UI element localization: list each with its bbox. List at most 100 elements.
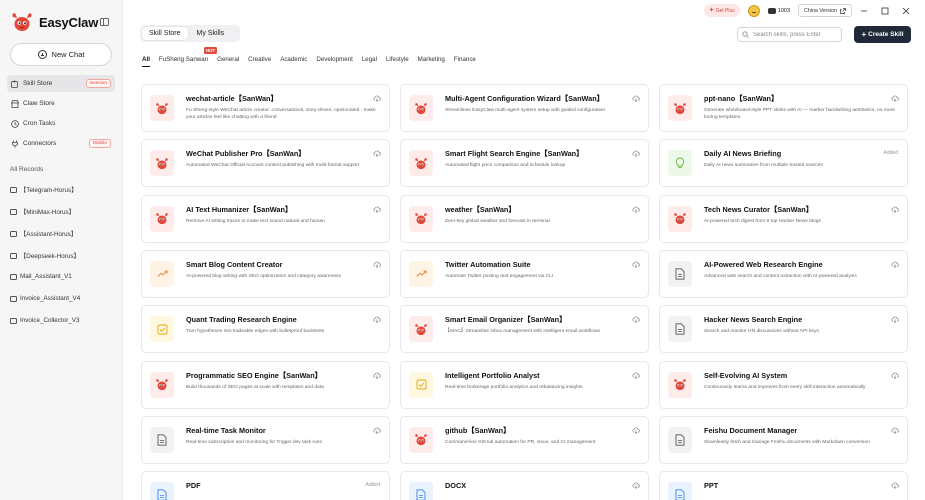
cloud-download-icon[interactable] <box>632 261 640 268</box>
create-skill-button[interactable]: + Create Skill <box>854 26 911 43</box>
skill-card[interactable]: Real-time Task Monitor Real-time subscrip… <box>141 415 390 464</box>
cloud-download-icon[interactable] <box>632 206 640 213</box>
brand[interactable]: EasyClaw <box>10 11 98 33</box>
skill-card[interactable]: Twitter Automation Suite Automate Twitter… <box>400 249 649 298</box>
skill-card[interactable]: AI-Powered Web Research Engine Advanced w… <box>659 249 908 298</box>
cloud-download-icon[interactable] <box>632 150 640 158</box>
skill-card[interactable]: ppt-nano【SanWan】 Generate whiteboard-styl… <box>659 84 908 132</box>
record-item[interactable]: Invoice_Collector_V3 <box>10 317 80 324</box>
skill-card[interactable]: PPT <box>659 471 908 500</box>
skill-card[interactable]: Daily AI News Briefing Daily AI news summ… <box>659 139 908 188</box>
category-tab[interactable]: Finance <box>454 56 476 67</box>
crawfish-icon <box>409 95 433 121</box>
record-item[interactable]: 【Assistant-Horus】 <box>10 229 77 238</box>
skill-title: AI Text Humanizer【SanWan】 <box>186 204 293 214</box>
category-tab[interactable]: Legal <box>362 56 377 67</box>
skill-card[interactable]: Multi-Agent Configuration Wizard【SanWan】… <box>400 84 649 132</box>
sidebar-item-label: Connectors <box>23 140 57 147</box>
cloud-download-icon[interactable] <box>891 372 899 379</box>
category-tab[interactable]: All <box>142 56 150 67</box>
minimize-icon[interactable] <box>860 7 868 15</box>
sidebar-item-skill-store[interactable]: Skill Store Session <box>7 75 115 92</box>
crawfish-icon <box>668 205 692 232</box>
category-tab[interactable]: Development <box>316 56 352 67</box>
skill-card[interactable]: github【SanWan】 Command-line GitHub automa… <box>400 415 649 464</box>
category-tab[interactable]: Lifestyle <box>386 56 409 67</box>
skill-card[interactable]: WeChat Publisher Pro【SanWan】 Automated We… <box>141 139 390 188</box>
new-chat-button[interactable]: New Chat <box>10 43 112 66</box>
document-icon <box>668 316 692 343</box>
cloud-download-icon[interactable] <box>891 316 899 324</box>
skill-card[interactable]: PDF Added <box>141 471 390 500</box>
cloud-download-icon[interactable] <box>632 372 640 379</box>
skill-card[interactable]: Intelligent Portfolio Analyst Real-time b… <box>400 360 649 409</box>
skill-description: Zero-key global weather and forecast in … <box>445 218 550 224</box>
skill-card[interactable]: Smart Flight Search Engine【SanWan】 Automa… <box>400 139 649 188</box>
tab-my-skills[interactable]: My Skills <box>190 27 232 40</box>
skill-card[interactable]: weather【SanWan】 Zero-key global weather a… <box>400 194 649 243</box>
sidebar-toggle-icon[interactable] <box>100 18 109 26</box>
record-item[interactable]: Invoice_Assistant_V4 <box>10 295 80 302</box>
skill-card[interactable]: AI Text Humanizer【SanWan】 Remove AI writi… <box>141 194 390 243</box>
category-tab[interactable]: Academic <box>280 56 307 67</box>
skill-card[interactable]: Smart Email Organizer【SanWan】 【MAC】Stream… <box>400 305 649 354</box>
get-plus-button[interactable]: + Get Plus <box>704 4 740 17</box>
cloud-download-icon[interactable] <box>373 150 381 158</box>
sidebar-item-connectors[interactable]: Connectors Mobile <box>7 135 115 152</box>
cloud-download-icon[interactable] <box>891 482 899 489</box>
cloud-download-icon[interactable] <box>632 95 640 102</box>
cloud-download-icon[interactable] <box>373 261 381 268</box>
record-item[interactable]: 【MiniMax-Horus】 <box>10 207 75 216</box>
cloud-download-icon[interactable] <box>891 95 899 102</box>
skill-title: Self-Evolving AI System <box>704 370 788 380</box>
skill-title: Smart Blog Content Creator <box>186 259 283 269</box>
cloud-download-icon[interactable] <box>373 427 381 434</box>
search-box[interactable] <box>737 27 842 42</box>
skill-description: Build thousands of SEO pages at scale wi… <box>186 384 324 390</box>
skill-card[interactable]: DOCX <box>400 471 649 500</box>
close-icon[interactable] <box>902 7 910 15</box>
skill-card[interactable]: wechat-article【SanWan】 Fu Sheng-style WeC… <box>141 84 390 132</box>
skill-card[interactable]: Feishu Document Manager Seamlessly fetch … <box>659 415 908 464</box>
lightbulb-icon <box>668 150 692 177</box>
cloud-download-icon[interactable] <box>632 427 640 434</box>
cloud-download-icon[interactable] <box>373 372 381 379</box>
search-input[interactable] <box>753 31 841 38</box>
sidebar-item-cron-tasks[interactable]: Cron Tasks <box>7 115 115 132</box>
tab-skill-store[interactable]: Skill Store <box>142 27 188 40</box>
cloud-download-icon[interactable] <box>891 206 899 213</box>
avatar[interactable] <box>747 4 760 17</box>
cloud-download-icon[interactable] <box>632 482 640 489</box>
region-button[interactable]: China Version <box>798 4 852 17</box>
cloud-download-icon[interactable] <box>632 316 640 324</box>
trend-icon <box>150 260 174 287</box>
crawfish-icon <box>409 205 433 232</box>
skill-card[interactable]: Smart Blog Content Creator AI-powered blo… <box>141 249 390 298</box>
skill-card[interactable]: Self-Evolving AI System Continuously lear… <box>659 360 908 409</box>
category-tab[interactable]: Creative <box>248 56 271 67</box>
skill-card[interactable]: Hacker News Search Engine Search and moni… <box>659 305 908 354</box>
skill-title: Smart Flight Search Engine【SanWan】 <box>445 149 584 159</box>
record-item[interactable]: 【Telegram-Horus】 <box>10 185 77 194</box>
cloud-download-icon[interactable] <box>891 427 899 434</box>
maximize-icon[interactable] <box>881 7 889 15</box>
skill-card[interactable]: Tech News Curator【SanWan】 AI-powered tech… <box>659 194 908 243</box>
sidebar-item-claw-store[interactable]: Claw Store <box>7 95 115 112</box>
record-label: 【Telegram-Horus】 <box>20 187 78 194</box>
category-tab[interactable]: FuSheng Sanwan <box>159 56 208 67</box>
record-item[interactable]: Mail_Assistant_V1 <box>10 273 72 280</box>
cloud-download-icon[interactable] <box>373 95 381 102</box>
record-item[interactable]: 【Deepseek-Horus】 <box>10 251 80 260</box>
cloud-download-icon[interactable] <box>373 206 381 213</box>
category-tab[interactable]: Marketing <box>418 56 445 67</box>
crawfish-icon <box>668 371 692 398</box>
chat-icon <box>10 317 17 324</box>
skill-card[interactable]: Programmatic SEO Engine【SanWan】 Build tho… <box>141 360 390 409</box>
skill-card[interactable]: Quant Trading Research Engine Turn hypoth… <box>141 305 390 354</box>
category-tab[interactable]: General <box>217 56 239 67</box>
cloud-download-icon[interactable] <box>373 316 381 324</box>
crawfish-icon <box>150 371 174 398</box>
cloud-download-icon[interactable] <box>891 261 899 268</box>
credits[interactable]: 1003 <box>767 7 790 14</box>
skill-title: Twitter Automation Suite <box>445 259 531 269</box>
